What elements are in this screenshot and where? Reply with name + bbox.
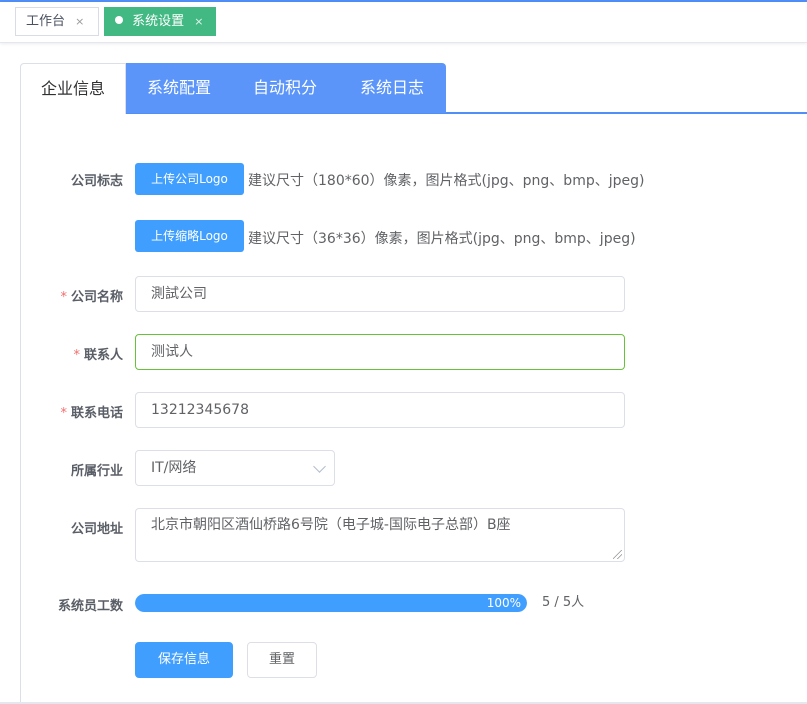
- contact-label-text: 联系人: [83, 348, 123, 363]
- settings-tabs: 企业信息 系统配置 自动积分 系统日志: [20, 63, 807, 114]
- staff-progress-bar: 100%: [135, 594, 527, 612]
- staff-progress-fill: [135, 594, 527, 612]
- tags-view-bar: 工作台 × 系统设置 ×: [0, 2, 807, 43]
- required-mark: *: [60, 290, 67, 305]
- contact-label: * 联系人: [20, 344, 123, 363]
- upload-thumbnail-button[interactable]: 上传缩略Logo: [135, 220, 244, 252]
- close-icon[interactable]: ×: [194, 15, 203, 28]
- required-mark: *: [73, 348, 80, 363]
- tag-label: 工作台: [26, 14, 66, 29]
- tag-label: 系统设置: [132, 14, 185, 29]
- upload-logo-hint: 建议尺寸（180*60）像素，图片格式(jpg、png、bmp、jpeg): [248, 173, 645, 189]
- required-mark: *: [60, 406, 67, 421]
- contact-input[interactable]: 测试人: [135, 334, 625, 370]
- address-label: 公司地址: [70, 522, 123, 537]
- resize-handle-icon[interactable]: [613, 550, 622, 559]
- close-icon[interactable]: ×: [75, 15, 84, 28]
- phone-label: * 联系电话: [20, 402, 123, 421]
- tag-workbench[interactable]: 工作台 ×: [15, 7, 99, 36]
- tag-system-settings[interactable]: 系统设置 ×: [104, 7, 216, 36]
- company-name-input[interactable]: 測試公司: [135, 276, 625, 312]
- reset-button[interactable]: 重置: [247, 642, 317, 678]
- logo-label: 公司标志: [70, 174, 123, 189]
- tab-auto-points[interactable]: 自动积分: [232, 63, 338, 113]
- upload-logo-button[interactable]: 上传公司Logo: [135, 163, 244, 195]
- phone-label-text: 联系电话: [70, 406, 123, 421]
- tab-system-config[interactable]: 系统配置: [126, 63, 232, 113]
- industry-label: 所属行业: [70, 464, 123, 479]
- address-textarea[interactable]: 北京市朝阳区酒仙桥路6号院（电子城-国际电子总部）B座: [135, 508, 625, 562]
- industry-select[interactable]: IT/网络: [135, 450, 335, 486]
- tab-company-info[interactable]: 企业信息: [20, 63, 126, 114]
- staff-count-value: 5 / 5人: [542, 595, 585, 610]
- staff-progress-text: 100%: [486, 596, 521, 610]
- chevron-down-icon: [313, 460, 326, 473]
- upload-thumbnail-hint: 建议尺寸（36*36）像素，图片格式(jpg、png、bmp、jpeg): [248, 231, 636, 247]
- staff-count-label: 系统员工数: [57, 599, 123, 614]
- company-name-label-text: 公司名称: [70, 290, 123, 305]
- industry-selected-value: IT/网络: [151, 460, 197, 476]
- address-value: 北京市朝阳区酒仙桥路6号院（电子城-国际电子总部）B座: [151, 517, 511, 533]
- save-button[interactable]: 保存信息: [135, 642, 233, 678]
- active-dot-icon: [115, 16, 123, 24]
- company-name-label: * 公司名称: [20, 286, 123, 305]
- tab-system-log[interactable]: 系统日志: [338, 63, 446, 113]
- phone-input[interactable]: 13212345678: [135, 392, 625, 428]
